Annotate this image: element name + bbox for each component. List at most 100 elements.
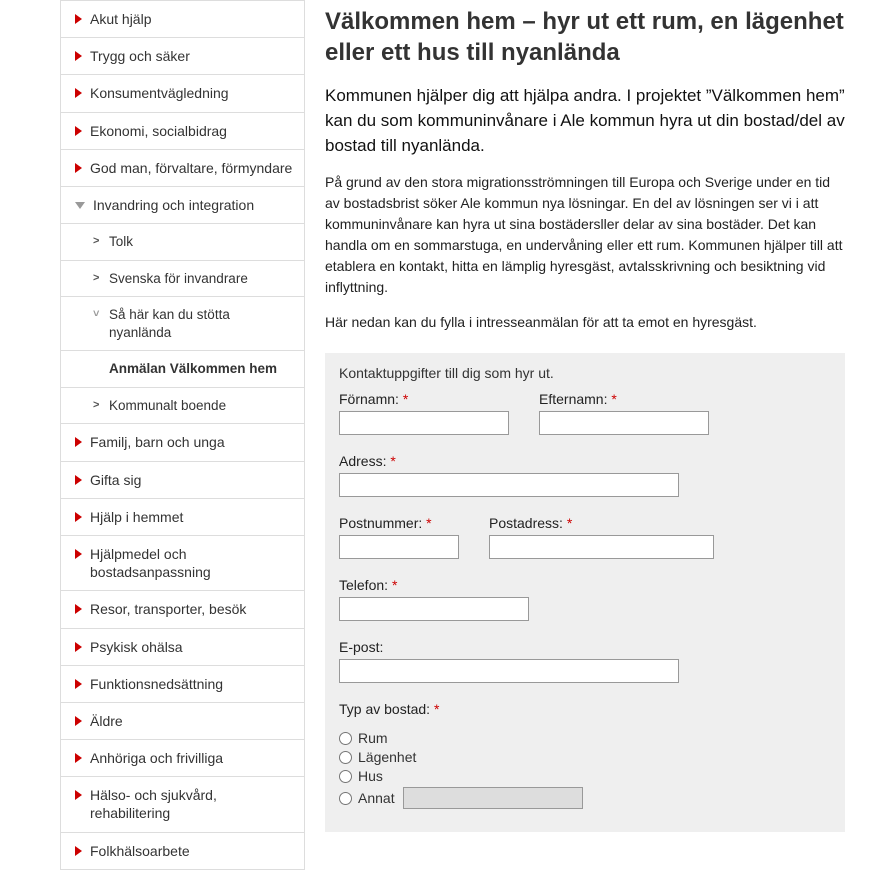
- housing-option-label: Lägenhet: [358, 749, 416, 765]
- chevron-right-icon: [75, 512, 82, 522]
- postaddr-label: Postadress: *: [489, 515, 714, 531]
- chevron-down-icon: ˅: [93, 308, 101, 320]
- sidebar-item-8[interactable]: ˅ Så här kan du stötta nyanlända: [61, 296, 304, 350]
- chevron-right-icon: >: [93, 235, 101, 247]
- sidebar-item-5[interactable]: Invandring och integration: [61, 186, 304, 223]
- email-input[interactable]: [339, 659, 679, 683]
- chevron-right-icon: [75, 753, 82, 763]
- sidebar-item-label: Kommunalt boende: [109, 397, 226, 415]
- sidebar-item-19[interactable]: Anhöriga och frivilliga: [61, 739, 304, 776]
- sidebar-item-16[interactable]: Psykisk ohälsa: [61, 628, 304, 665]
- sidebar-item-label: Så här kan du stötta nyanlända: [109, 306, 294, 341]
- chevron-right-icon: [75, 51, 82, 61]
- sidebar-item-label: Äldre: [90, 712, 123, 730]
- chevron-right-icon: [75, 475, 82, 485]
- sidebar-item-label: Psykisk ohälsa: [90, 638, 183, 656]
- housing-other-input[interactable]: [403, 787, 583, 809]
- sidebar-item-15[interactable]: Resor, transporter, besök: [61, 590, 304, 627]
- sidebar-item-6[interactable]: > Tolk: [61, 223, 304, 260]
- sidebar-item-9[interactable]: Anmälan Välkommen hem: [61, 350, 304, 387]
- chevron-right-icon: [75, 846, 82, 856]
- housing-radio-2[interactable]: [339, 770, 352, 783]
- chevron-right-icon: [75, 549, 82, 559]
- chevron-right-icon: >: [93, 399, 101, 411]
- phone-input[interactable]: [339, 597, 529, 621]
- postcode-label: Postnummer: *: [339, 515, 459, 531]
- housing-option-label: Annat: [358, 790, 395, 806]
- phone-label: Telefon: *: [339, 577, 529, 593]
- main-content: Välkommen hem – hyr ut ett rum, en lägen…: [325, 0, 885, 870]
- sidebar-item-21[interactable]: Folkhälsoarbete: [61, 832, 304, 869]
- sidebar-item-label: God man, förvaltare, förmyndare: [90, 159, 292, 177]
- address-input[interactable]: [339, 473, 679, 497]
- sidebar-item-label: Resor, transporter, besök: [90, 600, 246, 618]
- sidebar-item-label: Akut hjälp: [90, 10, 151, 28]
- sidebar-item-label: Gifta sig: [90, 471, 141, 489]
- housing-option-label: Hus: [358, 768, 383, 784]
- sidebar-item-label: Hälso- och sjukvård, rehabilitering: [90, 786, 294, 822]
- sidebar-item-label: Familj, barn och unga: [90, 433, 225, 451]
- sidebar-item-11[interactable]: Familj, barn och unga: [61, 423, 304, 460]
- chevron-right-icon: [75, 163, 82, 173]
- sidebar-item-label: Konsumentvägledning: [90, 84, 229, 102]
- page-paragraph-1: På grund av den stora migrationsströmnin…: [325, 172, 845, 298]
- chevron-right-icon: [75, 126, 82, 136]
- sidebar-item-label: Anmälan Välkommen hem: [109, 360, 277, 378]
- sidebar-item-label: Svenska för invandrare: [109, 270, 248, 288]
- sidebar-item-12[interactable]: Gifta sig: [61, 461, 304, 498]
- lastname-input[interactable]: [539, 411, 709, 435]
- firstname-input[interactable]: [339, 411, 509, 435]
- housing-radio-0[interactable]: [339, 732, 352, 745]
- chevron-right-icon: [75, 88, 82, 98]
- chevron-right-icon: [75, 14, 82, 24]
- sidebar-item-10[interactable]: > Kommunalt boende: [61, 387, 304, 424]
- sidebar-item-label: Funktionsnedsättning: [90, 675, 223, 693]
- sidebar-item-20[interactable]: Hälso- och sjukvård, rehabilitering: [61, 776, 304, 831]
- sidebar-item-3[interactable]: Ekonomi, socialbidrag: [61, 112, 304, 149]
- sidebar-item-2[interactable]: Konsumentvägledning: [61, 74, 304, 111]
- chevron-right-icon: [75, 790, 82, 800]
- housing-radio-3[interactable]: [339, 792, 352, 805]
- contact-form: Kontaktuppgifter till dig som hyr ut. Fö…: [325, 353, 845, 832]
- housing-option-row: Lägenhet: [339, 749, 831, 765]
- sidebar-item-1[interactable]: Trygg och säker: [61, 37, 304, 74]
- chevron-right-icon: >: [93, 272, 101, 284]
- sidebar-item-7[interactable]: > Svenska för invandrare: [61, 260, 304, 297]
- sidebar-item-label: Hjälpmedel och bostadsanpassning: [90, 545, 294, 581]
- sidebar-item-label: Trygg och säker: [90, 47, 190, 65]
- page-intro: Kommunen hjälper dig att hjälpa andra. I…: [325, 84, 845, 158]
- housing-radio-1[interactable]: [339, 751, 352, 764]
- sidebar-item-label: Folkhälsoarbete: [90, 842, 190, 860]
- sidebar-nav: Akut hjälp Trygg och säker Konsumentvägled…: [60, 0, 305, 870]
- chevron-right-icon: [75, 437, 82, 447]
- chevron-right-icon: [75, 679, 82, 689]
- lastname-label: Efternamn: *: [539, 391, 709, 407]
- housing-option-row: Hus: [339, 768, 831, 784]
- chevron-right-icon: [75, 604, 82, 614]
- sidebar-item-17[interactable]: Funktionsnedsättning: [61, 665, 304, 702]
- chevron-right-icon: [75, 716, 82, 726]
- email-label: E-post:: [339, 639, 679, 655]
- postaddr-input[interactable]: [489, 535, 714, 559]
- sidebar-item-13[interactable]: Hjälp i hemmet: [61, 498, 304, 535]
- housing-label: Typ av bostad: *: [339, 701, 831, 717]
- chevron-down-icon: [75, 202, 85, 209]
- sidebar-item-0[interactable]: Akut hjälp: [61, 0, 304, 37]
- sidebar-item-4[interactable]: God man, förvaltare, förmyndare: [61, 149, 304, 186]
- page-title: Välkommen hem – hyr ut ett rum, en lägen…: [325, 6, 845, 68]
- housing-option-label: Rum: [358, 730, 388, 746]
- sidebar-item-14[interactable]: Hjälpmedel och bostadsanpassning: [61, 535, 304, 590]
- sidebar-item-label: Anhöriga och frivilliga: [90, 749, 223, 767]
- postcode-input[interactable]: [339, 535, 459, 559]
- form-legend: Kontaktuppgifter till dig som hyr ut.: [339, 365, 831, 381]
- sidebar-item-label: Invandring och integration: [93, 196, 254, 214]
- firstname-label: Förnamn: *: [339, 391, 509, 407]
- page-paragraph-2: Här nedan kan du fylla i intresseanmälan…: [325, 312, 845, 333]
- chevron-right-icon: [75, 642, 82, 652]
- sidebar-item-label: Hjälp i hemmet: [90, 508, 183, 526]
- address-label: Adress: *: [339, 453, 679, 469]
- sidebar-item-label: Tolk: [109, 233, 133, 251]
- sidebar-item-18[interactable]: Äldre: [61, 702, 304, 739]
- housing-option-row: Rum: [339, 730, 831, 746]
- housing-option-row: Annat: [339, 787, 831, 809]
